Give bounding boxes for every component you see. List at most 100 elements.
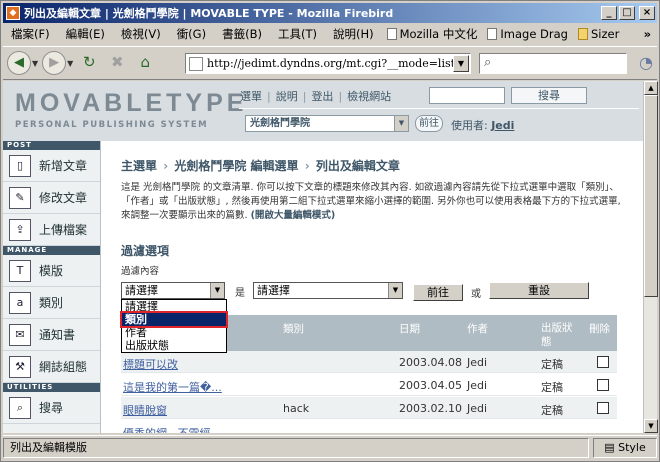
reset-button[interactable]: 重設 [489, 282, 589, 299]
filter-subheading: 過濾內容 [121, 266, 160, 277]
filter-type-value: 請選擇 [125, 284, 158, 297]
filter-type-select[interactable]: 請選擇 ▼ [121, 282, 225, 299]
is-label: 是 [235, 288, 245, 299]
sidebar-item-config[interactable]: ⚒ 網誌組態 [3, 351, 100, 383]
sidebar-item-new-entry[interactable]: ▯ 新增文章 [3, 150, 100, 182]
chevron-down-icon[interactable]: ▼ [394, 116, 408, 131]
col-category[interactable]: 類別 [283, 321, 304, 336]
logo-text: MOVABLETYPE [15, 89, 248, 117]
breadcrumb-separator: › [304, 159, 310, 173]
entry-title-link[interactable]: 這是我的第一篇�... [123, 379, 222, 395]
user-link[interactable]: Jedi [491, 119, 514, 132]
table-row: 標題可以改 2003.04.08 Jedi 定稿 [121, 351, 617, 373]
forward-icon[interactable]: ▶ [42, 51, 67, 75]
folder-icon [577, 28, 588, 40]
scroll-thumb[interactable] [644, 95, 658, 297]
sidebar-item-categories[interactable]: a 類別 [3, 287, 100, 319]
sidebar-item-templates[interactable]: T 模版 [3, 255, 100, 287]
scroll-up-icon[interactable]: ▲ [644, 81, 658, 95]
mt-search-button[interactable]: 搜尋 [511, 87, 587, 104]
notify-icon: ✉ [9, 323, 31, 346]
scroll-down-icon[interactable]: ▼ [644, 419, 658, 433]
maximize-button[interactable]: □ [619, 6, 635, 20]
link-menu[interactable]: 選單 [235, 88, 267, 104]
col-author[interactable]: 作者 [467, 321, 488, 336]
dropdown-option-selected[interactable]: 類別 [120, 311, 228, 328]
blog-select[interactable]: 光劍格鬥學院 ▼ [245, 115, 409, 132]
web-search-input[interactable]: ⌕ [479, 53, 627, 74]
sidebar-item-label: 通知書 [39, 328, 76, 342]
filter-go-button[interactable]: 前往 [413, 284, 463, 301]
bulk-edit-link[interactable]: (開啟大量編輯模式) [251, 210, 336, 221]
link-view-site[interactable]: 檢視網站 [342, 88, 396, 104]
entry-title-link[interactable]: 眼睛脫窗 [123, 402, 167, 418]
menu-tools[interactable]: 工具(T) [270, 26, 325, 42]
entry-date: 2003.04.05 [399, 379, 462, 392]
menu-bar: 檔案(F) 編輯(E) 檢視(V) 衝(G) 書籤(B) 工具(T) 說明(H)… [3, 24, 657, 44]
dropdown-option[interactable]: 作者 [122, 326, 226, 339]
vertical-scrollbar[interactable]: ▲ ▼ [643, 81, 658, 433]
sidebar-item-upload[interactable]: ⇪ 上傳檔案 [3, 214, 100, 246]
menu-edit[interactable]: 編輯(E) [58, 26, 113, 42]
browser-window: ◆ 列出及編輯文章 | 光劍格鬥學院 | MOVABLE TYPE - Mozi… [0, 0, 660, 462]
chevron-down-icon[interactable]: ▼ [210, 283, 224, 298]
dropdown-option[interactable]: 請選擇 [122, 300, 226, 313]
table-row: 眼睛脫窗 hack 2003.02.10 Jedi 定稿 [121, 397, 617, 419]
delete-checkbox[interactable] [597, 402, 609, 414]
filter-value-select[interactable]: 請選擇 ▼ [253, 282, 403, 299]
sidebar-item-notifications[interactable]: ✉ 通知書 [3, 319, 100, 351]
close-button[interactable]: × [639, 6, 655, 20]
entry-status: 定稿 [541, 358, 563, 371]
link-logout[interactable]: 登出 [306, 88, 338, 104]
url-bar[interactable]: http://jedimt.dyndns.org/mt.cgi?__mode=l… [185, 53, 471, 74]
home-icon[interactable]: ⌂ [133, 51, 157, 75]
url-text[interactable]: http://jedimt.dyndns.org/mt.cgi?__mode=l… [207, 57, 453, 70]
menu-help[interactable]: 說明(H) [325, 26, 382, 42]
sidebar-item-label: 類別 [39, 296, 64, 310]
back-icon[interactable]: ◀ [7, 51, 31, 75]
sidebar-item-label: 網誌組態 [39, 360, 88, 374]
bookmark-mozilla[interactable]: Mozilla 中文化 [382, 26, 483, 42]
style-switcher[interactable]: ▤ Style [593, 437, 657, 458]
bookmark-sizer[interactable]: Sizer [573, 27, 624, 41]
user-info: 使用者: Jedi [451, 117, 514, 133]
title-bar: ◆ 列出及編輯文章 | 光劍格鬥學院 | MOVABLE TYPE - Mozi… [3, 3, 657, 23]
reload-icon[interactable]: ↻ [77, 51, 101, 75]
entry-title-link[interactable]: 優秀的網...不需經 [123, 425, 211, 433]
menu-go[interactable]: 衝(G) [169, 26, 214, 42]
entry-title-link[interactable]: 標題可以改 [123, 356, 178, 372]
breadcrumb-blog-menu[interactable]: 光劍格鬥學院 編輯選單 [174, 159, 298, 173]
chevron-more-icon[interactable]: » [644, 27, 657, 41]
menu-file[interactable]: 檔案(F) [3, 26, 58, 42]
mt-search-input[interactable] [429, 87, 505, 104]
col-status[interactable]: 出版狀態 [541, 321, 581, 349]
link-help[interactable]: 說明 [271, 88, 303, 104]
delete-checkbox[interactable] [597, 379, 609, 391]
chevron-down-icon[interactable]: ▼ [388, 283, 402, 298]
dropdown-option[interactable]: 出版狀態 [122, 339, 226, 352]
minimize-button[interactable]: _ [601, 6, 617, 20]
delete-checkbox[interactable] [597, 356, 609, 368]
or-label: 或 [471, 289, 481, 300]
style-icon: ▤ [604, 440, 615, 454]
sidebar-item-edit-entries[interactable]: ✎ 修改文章 [3, 182, 100, 214]
filter-dropdown-list: 請選擇 類別 作者 出版狀態 [120, 299, 228, 353]
sidebar: POST ▯ 新增文章 ✎ 修改文章 ⇪ 上傳檔案 MANAGE T 模版 a 類別 ✉ 通… [3, 141, 101, 433]
menu-bookmarks[interactable]: 書籤(B) [214, 26, 270, 42]
sidebar-item-search[interactable]: ⌕ 搜尋 [3, 392, 100, 424]
forward-dropdown-icon[interactable]: ▼ [67, 59, 73, 68]
bookmark-label: Mozilla 中文化 [399, 27, 478, 41]
sidebar-item-label: 模版 [39, 264, 64, 278]
throbber-icon[interactable]: ◔ [635, 52, 657, 74]
breadcrumb-main-menu[interactable]: 主選單 [121, 159, 157, 173]
blog-go-button[interactable]: 前往 [415, 115, 443, 132]
col-date[interactable]: 日期 [399, 321, 420, 336]
bookmark-image-drag[interactable]: Image Drag [482, 27, 573, 41]
stop-icon[interactable]: ✖ [105, 51, 129, 75]
firebird-icon: ◆ [6, 6, 20, 20]
entry-date: 2003.04.08 [399, 356, 462, 369]
menu-view[interactable]: 檢視(V) [113, 26, 169, 42]
url-dropdown-icon[interactable]: ▼ [453, 55, 469, 72]
template-icon: T [9, 259, 31, 282]
back-dropdown-icon[interactable]: ▼ [32, 59, 38, 68]
